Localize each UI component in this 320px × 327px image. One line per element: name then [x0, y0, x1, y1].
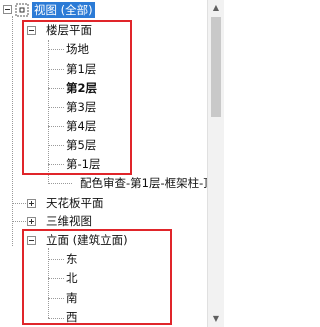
tree-root-item[interactable]: 视图 (全部): [0, 0, 200, 20]
scrollbar-thumb[interactable]: [211, 17, 221, 117]
tree-node-label: 天花板平面: [46, 196, 104, 210]
expand-toggle-icon[interactable]: [27, 199, 36, 208]
views-root-icon: [15, 3, 29, 17]
project-browser-panel: 视图 (全部) 楼层平面 场地 第1层 第2层 第3层 第4层 第5层 第-1层…: [0, 0, 224, 327]
tree-node-label: 三维视图: [46, 214, 92, 228]
highlight-box-elevations: [22, 229, 172, 325]
expand-toggle-icon[interactable]: [27, 217, 36, 226]
scroll-up-arrow-icon[interactable]: ▲: [208, 0, 224, 16]
tree-leaf-label: 配色审查-第1层-框架柱-顶高: [80, 176, 207, 190]
collapse-toggle-icon[interactable]: [3, 5, 12, 14]
tree-leaf-color-review[interactable]: 配色审查-第1层-框架柱-顶高: [0, 173, 207, 193]
tree-root-label: 视图 (全部): [32, 2, 95, 18]
tree-node-ceiling-plans[interactable]: 天花板平面: [0, 193, 200, 213]
vertical-scrollbar[interactable]: ▲ ▼: [207, 0, 224, 327]
highlight-box-floor-plans: [22, 20, 132, 175]
tree-node-3d-views[interactable]: 三维视图: [0, 211, 200, 231]
scroll-down-arrow-icon[interactable]: ▼: [208, 311, 224, 327]
